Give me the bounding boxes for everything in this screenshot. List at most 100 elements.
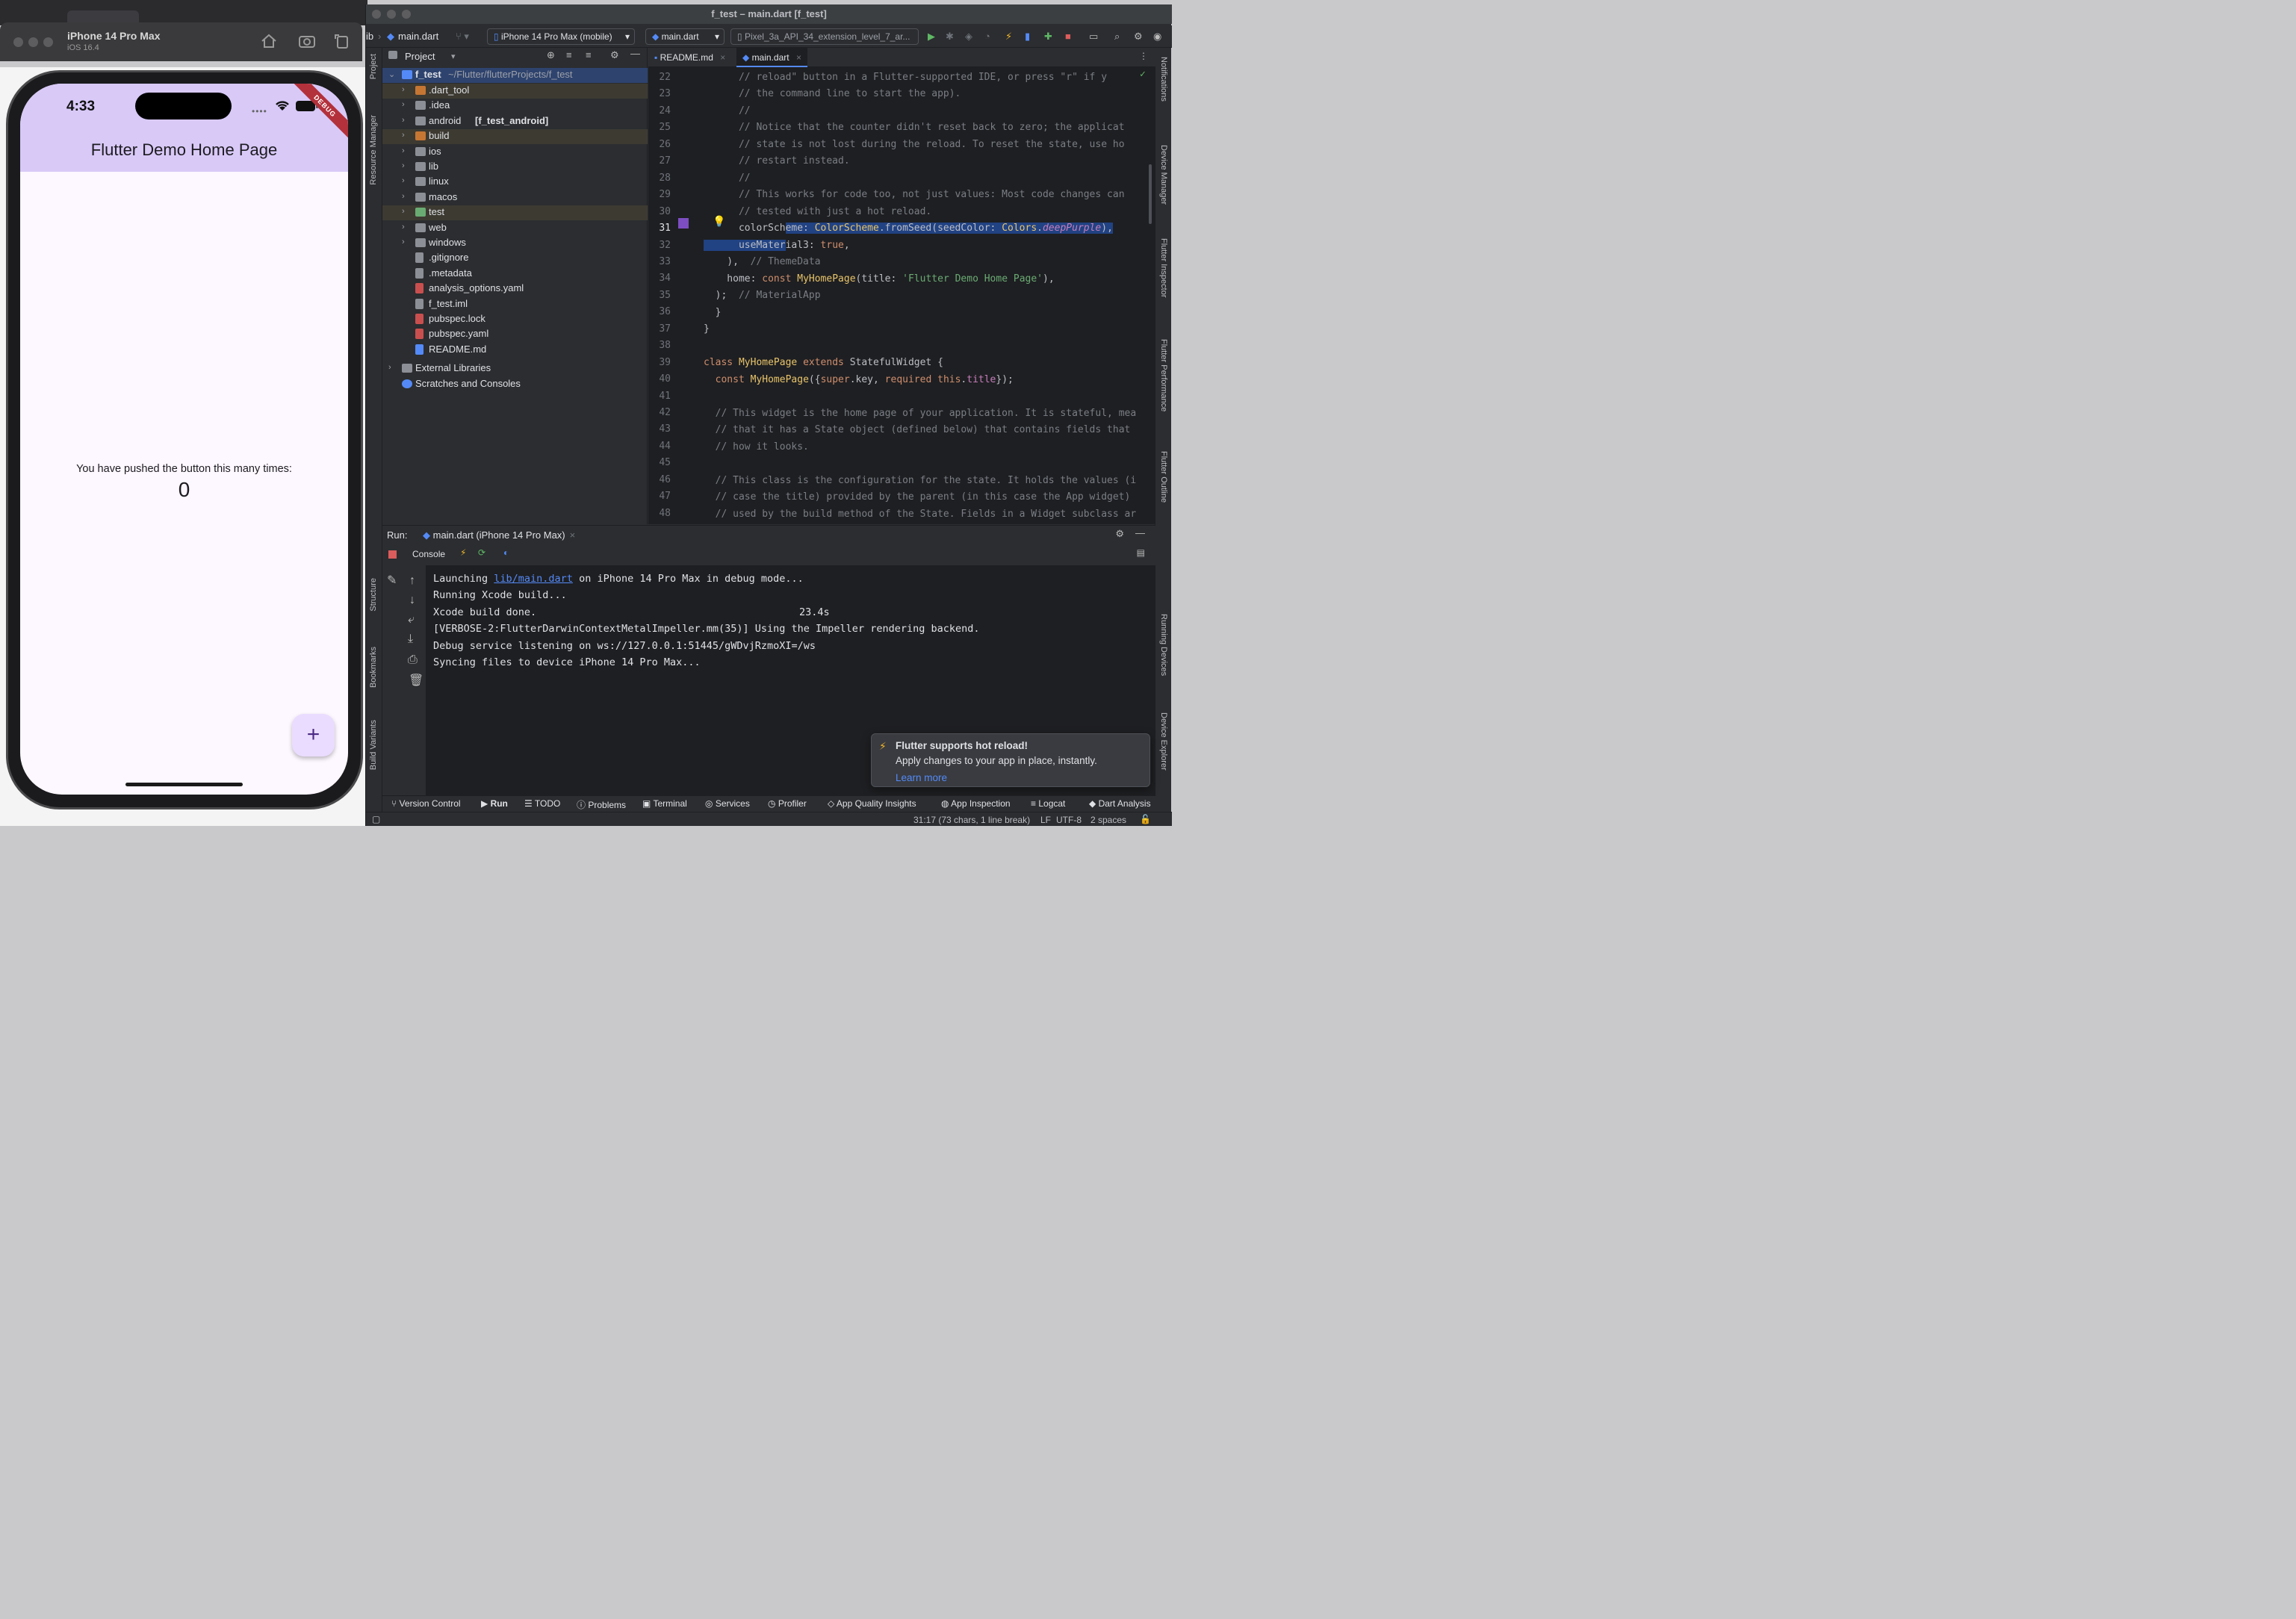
structure-tool-button[interactable]: Structure bbox=[369, 578, 378, 612]
zoom-button[interactable] bbox=[43, 37, 53, 47]
tab-main-dart[interactable]: ◆ main.dart × bbox=[736, 48, 807, 67]
print-icon[interactable]: ⎙ bbox=[408, 653, 418, 667]
increment-button[interactable]: + bbox=[292, 714, 335, 756]
indent-setting[interactable]: 2 spaces bbox=[1090, 815, 1126, 825]
chevron-right-icon[interactable]: › bbox=[402, 100, 405, 109]
hot-restart-icon[interactable]: ⟳ bbox=[478, 547, 485, 558]
tree-item[interactable]: .gitignore bbox=[382, 251, 648, 266]
close-button[interactable] bbox=[13, 37, 23, 47]
tree-item[interactable]: pubspec.yaml bbox=[382, 327, 648, 342]
stop-icon[interactable]: ■ bbox=[1065, 31, 1071, 42]
tree-scratches[interactable]: Scratches and Consoles bbox=[382, 377, 648, 392]
flutter-performance-tool-button[interactable]: Flutter Performance bbox=[1159, 339, 1168, 411]
color-swatch[interactable] bbox=[678, 218, 689, 229]
tree-item[interactable]: › test bbox=[382, 205, 648, 221]
stop-icon[interactable] bbox=[388, 550, 397, 559]
tree-item[interactable]: › macos bbox=[382, 190, 648, 205]
debug-icon[interactable]: ✱ bbox=[946, 31, 954, 43]
resource-manager-tool-button[interactable]: Resource Manager bbox=[369, 115, 378, 185]
tree-item[interactable]: › .dart_tool bbox=[382, 84, 648, 99]
scroll-to-end-icon[interactable]: ⤓ bbox=[408, 633, 413, 646]
minimize-button[interactable] bbox=[28, 37, 38, 47]
chevron-right-icon[interactable]: › bbox=[402, 131, 405, 140]
dart-analysis-tool-button[interactable]: ◆ Dart Analysis bbox=[1089, 798, 1151, 809]
emulator-selector[interactable]: ▯ Pixel_3a_API_34_extension_level_7_ar..… bbox=[730, 28, 919, 45]
chevron-right-icon[interactable]: › bbox=[402, 176, 405, 185]
chevron-right-icon[interactable]: › bbox=[402, 207, 405, 216]
tree-item[interactable]: f_test.iml bbox=[382, 297, 648, 312]
pin-icon[interactable]: ✎ bbox=[387, 573, 397, 588]
chevron-right-icon[interactable]: › bbox=[402, 85, 405, 94]
chevron-right-icon[interactable]: › bbox=[402, 192, 405, 201]
breadcrumb-lib[interactable]: ib bbox=[366, 31, 373, 42]
hot-reload-icon[interactable]: ⚡ bbox=[1005, 31, 1012, 43]
chevron-right-icon[interactable]: › bbox=[402, 237, 405, 246]
breadcrumb-file[interactable]: main.dart bbox=[398, 31, 438, 42]
tree-item[interactable]: › .idea bbox=[382, 99, 648, 114]
trash-icon[interactable]: 🗑 bbox=[409, 673, 423, 688]
hot-reload-icon[interactable]: ⚡ bbox=[460, 547, 466, 558]
todo-tool-button[interactable]: ☰ TODO bbox=[524, 798, 560, 809]
search-icon[interactable]: ⌕ bbox=[1114, 31, 1120, 43]
vcs-icon[interactable]: ⑂ ▾ bbox=[456, 31, 469, 43]
tree-item[interactable]: › android [f_test_android] bbox=[382, 114, 648, 129]
close-icon[interactable]: × bbox=[796, 52, 801, 63]
app-inspection-tool-button[interactable]: ◍ App Inspection bbox=[941, 798, 1011, 809]
flutter-outline-tool-button[interactable]: Flutter Outline bbox=[1159, 451, 1168, 503]
home-icon[interactable] bbox=[260, 33, 279, 49]
chevron-right-icon[interactable]: › bbox=[402, 161, 405, 170]
tree-item[interactable]: .metadata bbox=[382, 267, 648, 282]
options-icon[interactable]: ⚙ bbox=[610, 49, 619, 61]
code-editor[interactable]: 22 23 24 25 26 27 28 29 30 31 32 33 34 35 36 37 38 39 40 41… bbox=[648, 67, 1155, 524]
rotate-icon[interactable] bbox=[333, 33, 353, 49]
coverage-icon[interactable]: ◈ bbox=[965, 31, 972, 43]
more-icon[interactable]: ⋮ bbox=[1139, 51, 1148, 61]
arrow-down-icon[interactable]: ↓ bbox=[409, 594, 415, 607]
screenshot-icon[interactable] bbox=[298, 33, 317, 49]
bug-icon[interactable]: ✚ bbox=[1044, 31, 1052, 43]
device-selector[interactable]: ▯ iPhone 14 Pro Max (mobile) ▾ bbox=[487, 28, 635, 45]
expand-all-icon[interactable]: ≡ bbox=[566, 49, 572, 60]
tree-item[interactable]: › ios bbox=[382, 145, 648, 160]
tree-item[interactable]: › web bbox=[382, 221, 648, 236]
attach-icon[interactable]: ▮ bbox=[1025, 31, 1030, 43]
profiler-tool-button[interactable]: ◷ Profiler bbox=[768, 798, 807, 809]
tab-readme[interactable]: ▪ README.md × bbox=[648, 48, 731, 67]
bookmarks-tool-button[interactable]: Bookmarks bbox=[369, 647, 378, 688]
run-config-selector[interactable]: ◆ main.dart ▾ bbox=[645, 28, 725, 45]
locate-icon[interactable]: ⊕ bbox=[547, 49, 555, 61]
hide-icon[interactable]: — bbox=[1135, 527, 1145, 538]
device-mirror-icon[interactable]: ▭ bbox=[1089, 31, 1098, 43]
notifications-tool-button[interactable]: Notifications bbox=[1159, 57, 1168, 102]
settings-icon[interactable]: ⚙ bbox=[1134, 31, 1143, 43]
problems-tool-button[interactable]: ⓘ Problems bbox=[577, 798, 626, 811]
tree-item[interactable]: README.md bbox=[382, 343, 648, 358]
console-file-link[interactable]: lib/main.dart bbox=[494, 573, 573, 585]
arrow-up-icon[interactable]: ↑ bbox=[409, 574, 415, 588]
run-icon[interactable]: ▶ bbox=[928, 31, 935, 43]
device-explorer-tool-button[interactable]: Device Explorer bbox=[1159, 712, 1168, 771]
tree-item[interactable]: pubspec.lock bbox=[382, 312, 648, 327]
tree-item[interactable]: › windows bbox=[382, 236, 648, 251]
devtools-icon[interactable]: ◐ bbox=[503, 547, 509, 558]
tree-item[interactable]: analysis_options.yaml bbox=[382, 282, 648, 296]
tree-item[interactable]: › build bbox=[382, 129, 648, 145]
close-icon[interactable]: × bbox=[570, 529, 576, 541]
account-icon[interactable]: ◉ bbox=[1153, 31, 1161, 43]
app-quality-insights-tool-button[interactable]: ◇ App Quality Insights bbox=[828, 798, 916, 809]
tree-item[interactable]: › linux bbox=[382, 175, 648, 190]
services-tool-button[interactable]: ◎ Services bbox=[705, 798, 750, 809]
profile-icon[interactable]: ◔ bbox=[984, 31, 990, 42]
device-manager-tool-button[interactable]: Device Manager bbox=[1159, 145, 1168, 205]
settings-icon[interactable]: ⚙ bbox=[1115, 528, 1124, 540]
hide-icon[interactable]: — bbox=[630, 48, 640, 59]
editor-scrollbar[interactable] bbox=[1149, 164, 1152, 224]
chevron-right-icon[interactable]: › bbox=[402, 223, 405, 231]
chevron-right-icon[interactable]: › bbox=[402, 146, 405, 155]
chevron-right-icon[interactable]: › bbox=[402, 116, 405, 125]
lock-icon[interactable]: 🔓 bbox=[1140, 814, 1151, 824]
collapse-all-icon[interactable]: ≡ bbox=[586, 49, 592, 60]
chevron-down-icon[interactable]: ▾ bbox=[451, 52, 456, 61]
tree-root[interactable]: ⌄ f_test ~/Flutter/flutterProjects/f_tes… bbox=[382, 68, 648, 83]
tree-external-libraries[interactable]: › External Libraries bbox=[382, 361, 648, 376]
